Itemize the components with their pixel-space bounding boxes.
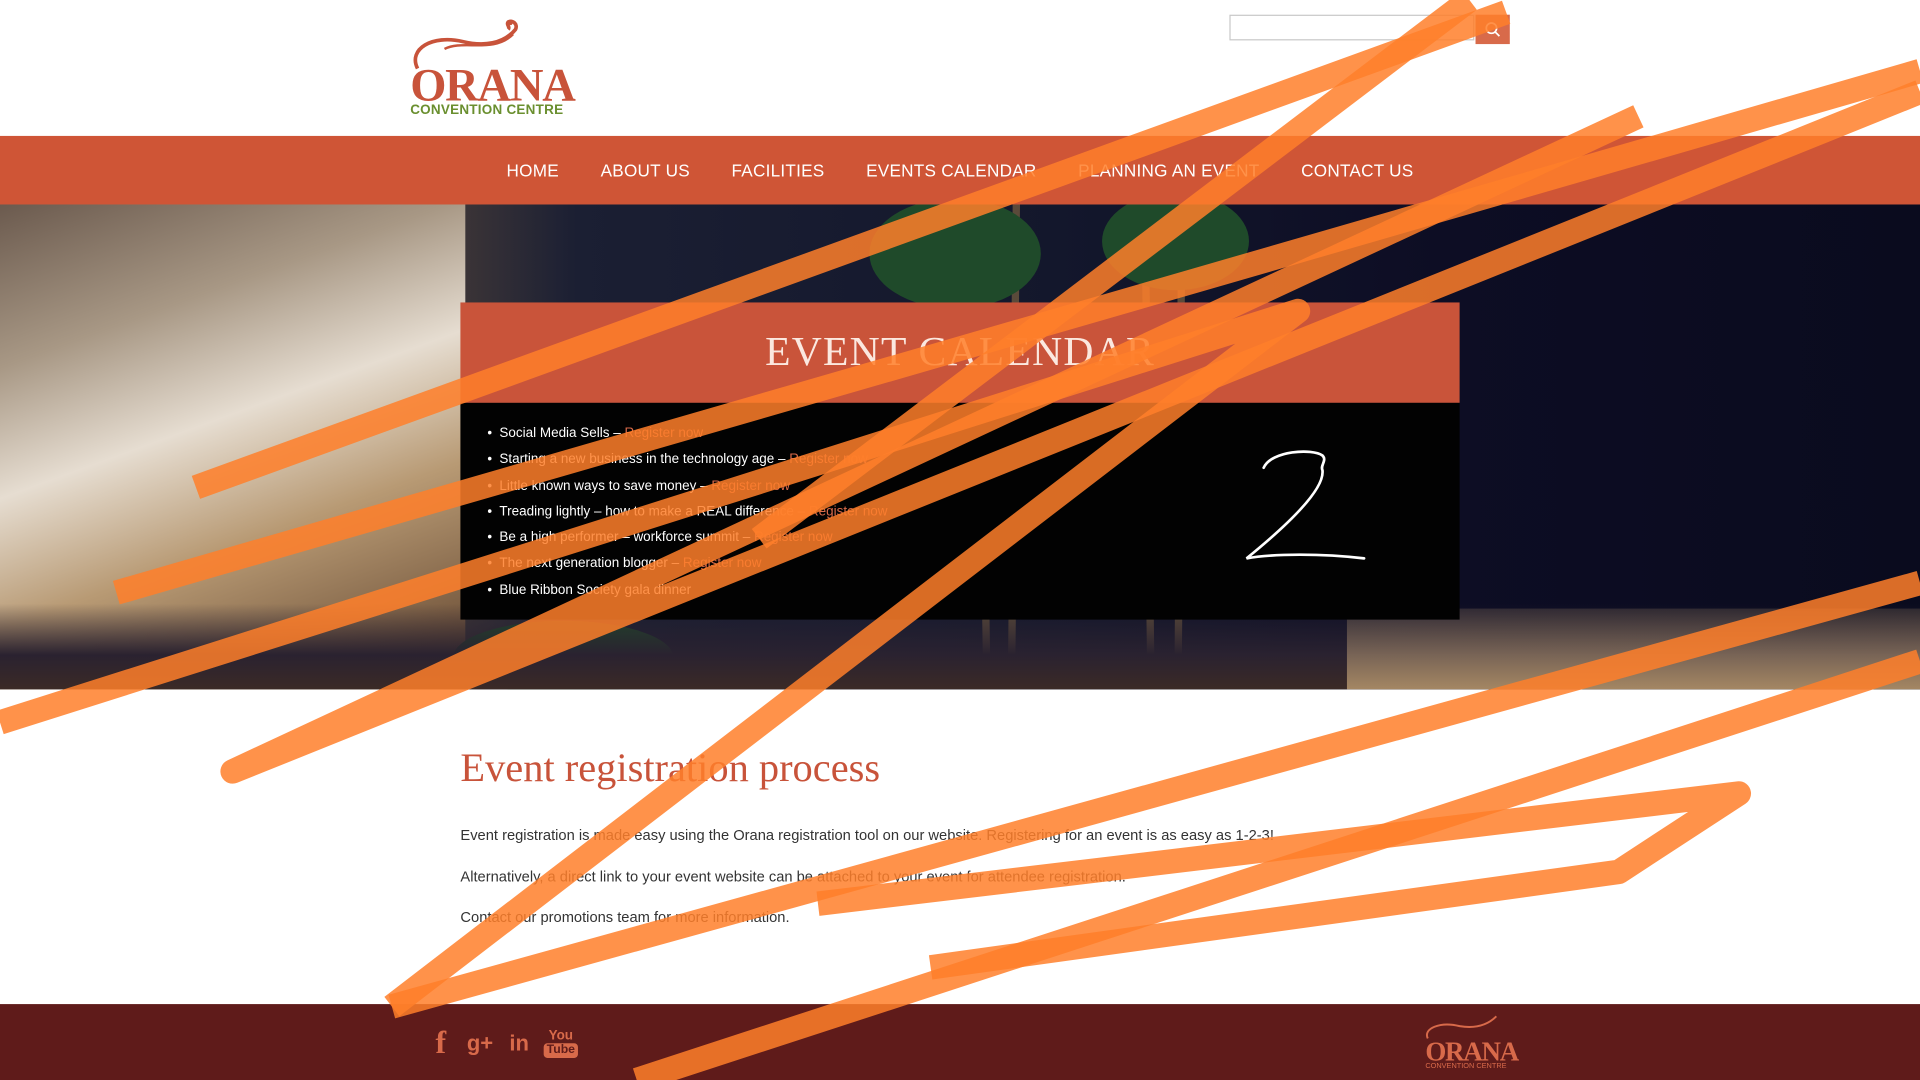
footer-logo[interactable]: ORANA CONVENTION CENTRE bbox=[1423, 1011, 1521, 1072]
nav-about-us[interactable]: ABOUT US bbox=[601, 160, 690, 180]
nav-contact-us[interactable]: CONTACT US bbox=[1301, 160, 1413, 180]
register-now-link[interactable]: Register now bbox=[789, 452, 868, 467]
main-nav: HOME ABOUT US FACILITIES EVENTS CALENDAR… bbox=[0, 135, 1920, 205]
nav-facilities[interactable]: FACILITIES bbox=[732, 160, 825, 180]
nav-events-calendar[interactable]: EVENTS CALENDAR bbox=[866, 160, 1036, 180]
event-name[interactable]: Treading lightly – how to make a REAL di… bbox=[499, 504, 794, 519]
content-paragraph: Alternatively, a direct link to your eve… bbox=[460, 868, 1126, 886]
event-name[interactable]: Blue Ribbon Society gala dinner bbox=[499, 583, 691, 598]
search-icon bbox=[1485, 22, 1501, 37]
search-input[interactable] bbox=[1229, 14, 1475, 41]
event-name[interactable]: Little known ways to save money bbox=[499, 478, 696, 493]
event-calendar-header: EVENT CALENDAR bbox=[460, 302, 1460, 403]
register-now-link[interactable]: Register now bbox=[624, 426, 703, 441]
register-now-link[interactable]: Register now bbox=[809, 504, 888, 519]
register-now-link[interactable]: Register now bbox=[754, 530, 833, 545]
event-name[interactable]: Starting a new business in the technolog… bbox=[499, 452, 774, 467]
nav-planning-an-event[interactable]: PLANNING AN EVENT bbox=[1078, 160, 1259, 180]
hero-city-lights bbox=[1346, 608, 1920, 690]
page: ORANA CONVENTION CENTRE HOME ABOUT US FA… bbox=[0, 0, 1920, 1080]
event-list-item: Little known ways to save money – Regist… bbox=[487, 477, 887, 503]
event-list-item: Be a high performer – workforce summit –… bbox=[487, 529, 887, 555]
event-name[interactable]: Be a high performer – workforce summit bbox=[499, 530, 739, 545]
event-list-item: Treading lightly – how to make a REAL di… bbox=[487, 503, 887, 529]
footer-logo-subtitle: CONVENTION CENTRE bbox=[1425, 1062, 1507, 1071]
youtube-icon-top: You bbox=[548, 1027, 574, 1043]
nav-home[interactable]: HOME bbox=[507, 160, 559, 180]
content-paragraph: Contact our promotions team for more inf… bbox=[460, 908, 790, 926]
site-footer bbox=[0, 1004, 1920, 1080]
event-calendar-title: EVENT CALENDAR bbox=[765, 329, 1155, 375]
search-button[interactable] bbox=[1475, 14, 1510, 45]
logo-subtitle: CONVENTION CENTRE bbox=[410, 102, 564, 118]
youtube-icon-bottom: Tube bbox=[544, 1042, 578, 1058]
site-logo[interactable]: ORANA CONVENTION CENTRE bbox=[408, 12, 576, 122]
content-paragraph: Event registration is made easy using th… bbox=[460, 826, 1274, 844]
event-list-item: Starting a new business in the technolog… bbox=[487, 451, 887, 477]
handwritten-annotation-2 bbox=[1245, 450, 1366, 560]
event-list-item: Social Media Sells – Register now bbox=[487, 425, 887, 451]
google-plus-icon[interactable]: g+ bbox=[465, 1024, 494, 1063]
event-list: Social Media Sells – Register now Starti… bbox=[487, 425, 887, 608]
register-now-link[interactable]: Register now bbox=[711, 478, 790, 493]
register-now-link[interactable]: Register now bbox=[683, 557, 762, 572]
event-name[interactable]: The next generation blogger bbox=[499, 557, 668, 572]
event-list-item: Blue Ribbon Society gala dinner bbox=[487, 581, 887, 607]
event-list-item: The next generation blogger – Register n… bbox=[487, 555, 887, 581]
linkedin-icon[interactable]: in bbox=[506, 1024, 533, 1063]
section-title: Event registration process bbox=[460, 746, 881, 792]
site-header bbox=[0, 0, 1920, 136]
facebook-icon[interactable]: f bbox=[429, 1024, 453, 1063]
youtube-icon[interactable]: You Tube bbox=[542, 1024, 579, 1063]
event-name[interactable]: Social Media Sells bbox=[499, 426, 609, 441]
